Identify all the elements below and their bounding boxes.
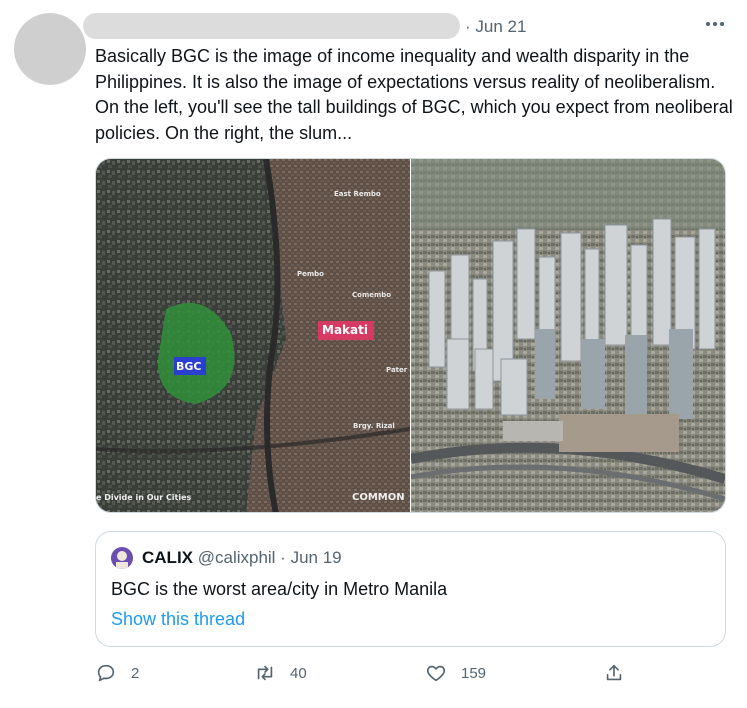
- tweet-date-text[interactable]: Jun 21: [475, 17, 526, 36]
- map-label-pater: Pater: [386, 366, 408, 374]
- quote-author-avatar[interactable]: [111, 547, 133, 569]
- retweet-icon: [257, 665, 273, 681]
- map-label-makati: Makati: [322, 323, 368, 337]
- map-brand: COMMON: [352, 492, 405, 503]
- more-icon[interactable]: [702, 14, 728, 34]
- quoted-tweet[interactable]: CALIX @calixphil · Jun 19 BGC is the wor…: [95, 531, 726, 647]
- like-icon: [426, 665, 446, 682]
- map-caption: e Divide in Our Cities: [96, 493, 192, 502]
- quote-author-handle[interactable]: @calixphil · Jun 19: [198, 548, 342, 567]
- map-label-rizal: Brgy. Rizal: [353, 422, 395, 430]
- reply-icon: [97, 664, 115, 682]
- retweet-button[interactable]: 40: [254, 662, 307, 684]
- map-label-comembo: Comembo: [352, 291, 392, 299]
- share-button[interactable]: [603, 662, 625, 684]
- retweet-count: 40: [290, 664, 307, 682]
- show-thread-link[interactable]: Show this thread: [111, 609, 245, 630]
- reply-button[interactable]: 2: [95, 662, 139, 684]
- map-image[interactable]: East Rembo Pembo Comembo Makati BGC Pate…: [96, 159, 411, 512]
- aerial-illustration: [410, 159, 725, 512]
- map-label-pembo: Pembo: [297, 270, 324, 278]
- tweet-media[interactable]: East Rembo Pembo Comembo Makati BGC Pate…: [95, 158, 726, 513]
- author-avatar[interactable]: [14, 13, 86, 85]
- quote-header: CALIX @calixphil · Jun 19: [142, 548, 342, 568]
- aerial-photo[interactable]: [410, 159, 725, 512]
- like-count: 159: [461, 664, 487, 682]
- tweet-date[interactable]: · Jun 21: [465, 17, 526, 37]
- share-icon: [606, 664, 622, 681]
- map-label-east-rembo: East Rembo: [334, 190, 381, 198]
- like-button[interactable]: 159: [425, 662, 486, 684]
- map-label-bgc: BGC: [176, 360, 202, 373]
- quote-text: BGC is the worst area/city in Metro Mani…: [111, 579, 448, 599]
- author-name-redacted[interactable]: [83, 13, 460, 39]
- tweet-actions: 2 40 159: [95, 662, 735, 690]
- reply-count: 2: [131, 664, 140, 682]
- quote-author-name[interactable]: CALIX: [142, 548, 193, 567]
- tweet-text: Basically BGC is the image of income ine…: [95, 46, 733, 143]
